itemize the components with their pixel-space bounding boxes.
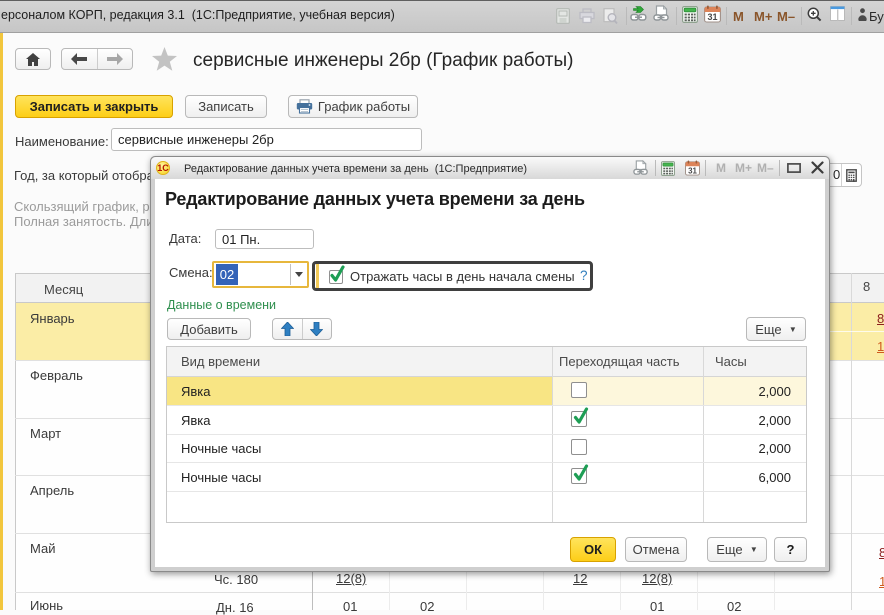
svg-text:31: 31 [688, 166, 697, 175]
svg-text:31: 31 [707, 12, 717, 22]
